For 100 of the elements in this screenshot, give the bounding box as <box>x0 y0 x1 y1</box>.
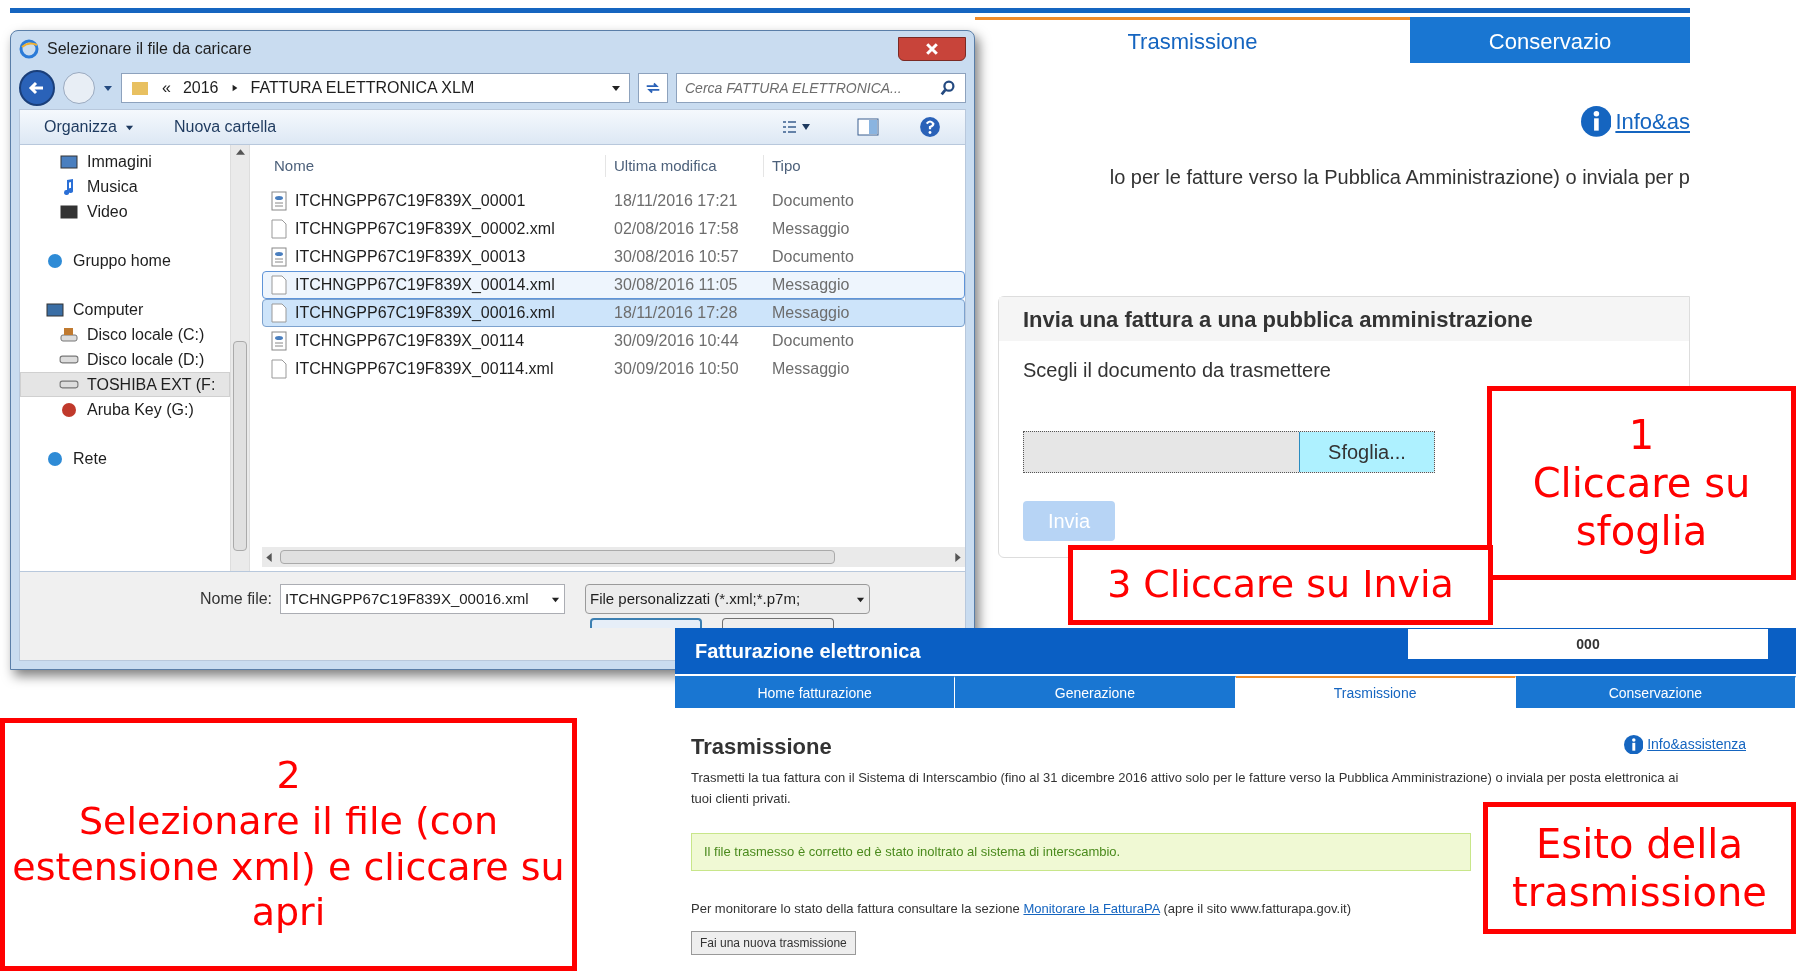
document-icon <box>271 331 287 351</box>
close-icon <box>926 43 938 55</box>
file-name: ITCHNGPP67C19F839X_00114 <box>295 331 525 351</box>
site-title: Fatturazione elettronica <box>695 639 922 664</box>
file-row[interactable]: ITCHNGPP67C19F839X_00014.xml 30/08/2016 11:05 Messaggio <box>262 271 965 299</box>
drive-icon <box>59 380 79 389</box>
file-date: 30/08/2016 10:57 <box>613 247 740 267</box>
file-row[interactable]: ITCHNGPP67C19F839X_00013 30/08/2016 10:57 Documento <box>262 243 965 271</box>
close-button[interactable] <box>898 37 966 61</box>
panel-title: Invia una fattura a una pubblica amministrazione <box>999 297 1689 341</box>
file-date: 30/09/2016 10:44 <box>613 331 740 351</box>
filename-label: Nome file: <box>200 589 273 609</box>
sidebar-item[interactable]: Aruba Key (G:) <box>20 397 230 422</box>
dialog-title: Selezionare il file da caricare <box>47 39 253 59</box>
blank-file-icon <box>271 219 287 239</box>
file-row[interactable]: ITCHNGPP67C19F839X_00002.xml 02/08/2016 17:58 Messaggio <box>262 215 965 243</box>
column-header[interactable]: Ultima modifica <box>605 154 763 178</box>
new-folder-button[interactable]: Nuova cartella <box>173 115 277 139</box>
file-date: 30/09/2016 10:50 <box>613 359 740 379</box>
file-type: Messaggio <box>771 275 850 295</box>
file-date: 02/08/2016 17:58 <box>613 219 740 239</box>
dialog-button[interactable] <box>590 618 702 628</box>
blank-file-icon <box>271 275 287 295</box>
new-transmission-button[interactable]: Fai una nuova trasmissione <box>691 930 856 955</box>
vertical-scrollbar[interactable] <box>230 145 250 571</box>
scroll-right-icon[interactable] <box>955 552 961 562</box>
sidebar-item[interactable]: Computer <box>20 297 230 322</box>
sidebar-item[interactable]: Rete <box>20 446 230 471</box>
help-icon[interactable] <box>919 116 941 138</box>
nav-tab[interactable]: Conservazio <box>1410 17 1690 63</box>
callout-text: Cliccare su sfoglia <box>1531 459 1752 555</box>
file-name: ITCHNGPP67C19F839X_00013 <box>295 247 526 267</box>
breadcrumb-item[interactable]: FATTURA ELETTRONICA XLM <box>250 76 475 100</box>
sidebar-item[interactable]: TOSHIBA EXT (F: <box>20 372 230 397</box>
callout-text: Esito della trasmissione <box>1511 820 1768 916</box>
info-link[interactable]: Info&as <box>1615 105 1690 138</box>
file-type: Messaggio <box>771 359 850 379</box>
nav-tab[interactable]: Home fatturazione <box>675 676 956 708</box>
file-row[interactable]: ITCHNGPP67C19F839X_00016.xml 18/11/2016 17:28 Messaggio <box>262 299 965 327</box>
file-type: Documento <box>771 331 854 351</box>
document-icon <box>271 191 287 211</box>
blank-file-icon <box>271 303 287 323</box>
caret-icon[interactable] <box>611 83 621 93</box>
sidebar-item[interactable]: Disco locale (C:) <box>20 322 230 347</box>
file-type: Documento <box>771 191 854 211</box>
organize-menu[interactable]: Organizza <box>44 115 134 139</box>
file-type-dropdown[interactable]: File personalizzati (*.xml;*.p7m; <box>585 584 871 614</box>
info-link[interactable]: Info&assistenza <box>1647 734 1746 755</box>
step-number: 3 <box>1107 562 1132 608</box>
dialog-button[interactable] <box>722 618 834 628</box>
search-field[interactable]: Cerca FATTURA ELETTRONICA... <box>676 73 966 103</box>
back-button[interactable] <box>19 70 55 106</box>
search-input[interactable]: Cerca FATTURA ELETTRONICA... <box>677 74 939 102</box>
chevron-right-icon <box>230 84 239 92</box>
file-date: 18/11/2016 17:28 <box>613 303 739 323</box>
address-bar[interactable]: « 2016 FATTURA ELETTRONICA XLM <box>121 73 630 103</box>
browse-button[interactable]: Sfoglia... <box>1299 432 1434 472</box>
file-input[interactable]: Sfoglia... <box>1023 431 1435 473</box>
file-row[interactable]: ITCHNGPP67C19F839X_00001 18/11/2016 17:21 Documento <box>262 187 965 215</box>
page-heading: Trasmissione <box>691 733 832 761</box>
file-name: ITCHNGPP67C19F839X_00014.xml <box>295 275 555 295</box>
sidebar-item[interactable]: Disco locale (D:) <box>20 347 230 372</box>
caret-icon[interactable] <box>103 83 113 93</box>
file-type: Documento <box>771 247 854 267</box>
callout-text: Cliccare su Invia <box>1143 562 1454 608</box>
callout-text: Selezionare il file (con estensione xml) e cliccare su apri <box>11 798 566 936</box>
step-number: 2 <box>276 753 301 799</box>
file-row[interactable]: ITCHNGPP67C19F839X_00114.xml 30/09/2016 10:50 Messaggio <box>262 355 965 383</box>
column-header[interactable]: Nome <box>262 154 605 178</box>
horizontal-scrollbar[interactable] <box>262 547 965 567</box>
file-date: 30/08/2016 11:05 <box>613 275 739 295</box>
user-code: 000 <box>1408 629 1768 659</box>
file-type: Messaggio <box>771 303 850 323</box>
file-date: 18/11/2016 17:21 <box>613 191 739 211</box>
sidebar-item[interactable]: Musica <box>20 174 230 199</box>
filename-field[interactable]: ITCHNGPP67C19F839X_00016.xml <box>280 584 566 614</box>
sidebar-item[interactable]: Gruppo home <box>20 248 230 273</box>
nav-tab[interactable]: Generazione <box>955 676 1236 708</box>
file-row[interactable]: ITCHNGPP67C19F839X_00114 30/09/2016 10:44 Documento <box>262 327 965 355</box>
intro-paragraph: Trasmetti la tua fattura con il Sistema di Interscambio (fino al 31 dicembre 2016 attivo solo per le fatture verso la Pubblica Amministrazione) o inviala per posta elettronica ai tuoi clienti privati. <box>690 769 1680 808</box>
search-icon <box>939 79 957 97</box>
breadcrumb-item[interactable]: « <box>162 76 171 100</box>
sidebar-item[interactable]: Immagini <box>20 149 230 174</box>
info-icon <box>1580 106 1612 137</box>
refresh-button[interactable] <box>638 73 668 103</box>
drive-icon <box>59 355 79 364</box>
document-icon <box>271 247 287 267</box>
blank-file-icon <box>271 359 287 379</box>
file-type: Messaggio <box>771 219 850 239</box>
nav-tab[interactable]: Conservazione <box>1515 676 1796 708</box>
success-alert: Il file trasmesso è corretto ed è stato inoltrato al sistema di interscambio. <box>691 833 1471 871</box>
breadcrumb-item[interactable]: 2016 <box>182 76 219 100</box>
file-name: ITCHNGPP67C19F839X_00114.xml <box>295 359 554 379</box>
scroll-up-icon[interactable] <box>235 149 245 155</box>
step-number: 1 <box>1628 411 1655 459</box>
file-name: ITCHNGPP67C19F839X_00002.xml <box>295 219 555 239</box>
monitor-link[interactable]: Monitorare la FatturaPA <box>1023 901 1160 916</box>
scroll-left-icon[interactable] <box>266 552 272 562</box>
column-header[interactable]: Tipo <box>763 154 801 178</box>
sidebar-item[interactable]: Video <box>20 199 230 224</box>
